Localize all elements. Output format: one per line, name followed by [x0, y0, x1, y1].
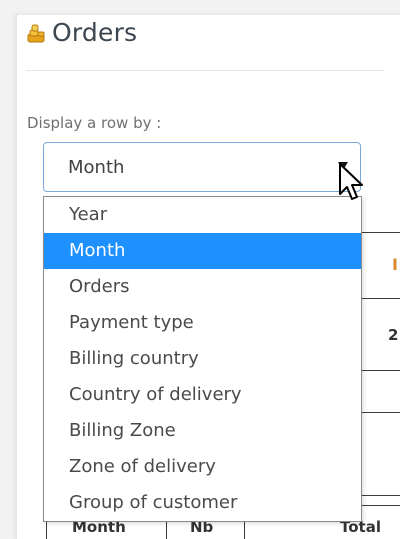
- select-current-value: Month: [68, 157, 125, 178]
- mouse-cursor-icon: [339, 163, 363, 200]
- option-orders[interactable]: Orders: [44, 269, 361, 305]
- bg-column-fragment: I: [392, 255, 398, 274]
- page: Orders Display a row by : I 2 Month Nb T…: [0, 0, 400, 539]
- coins-icon: [27, 24, 45, 42]
- page-title: Orders: [52, 18, 138, 47]
- option-month[interactable]: Month: [44, 233, 361, 269]
- option-country-of-delivery[interactable]: Country of delivery: [44, 377, 361, 413]
- option-payment-type[interactable]: Payment type: [44, 305, 361, 341]
- bg-value-fragment: 2: [388, 326, 399, 344]
- option-billing-zone[interactable]: Billing Zone: [44, 413, 361, 449]
- bg-table-cell: [360, 412, 400, 496]
- display-row-label: Display a row by :: [27, 114, 162, 132]
- option-billing-country[interactable]: Billing country: [44, 341, 361, 377]
- bg-table-cell: [360, 370, 400, 414]
- option-zone-of-delivery[interactable]: Zone of delivery: [44, 449, 361, 485]
- page-title-row: Orders: [26, 18, 137, 47]
- title-divider: [26, 70, 384, 71]
- option-year[interactable]: Year: [44, 197, 361, 233]
- display-row-options: Year Month Orders Payment type Billing c…: [43, 196, 362, 522]
- option-group-of-customer[interactable]: Group of customer: [44, 485, 361, 521]
- display-row-select[interactable]: Month: [43, 142, 361, 192]
